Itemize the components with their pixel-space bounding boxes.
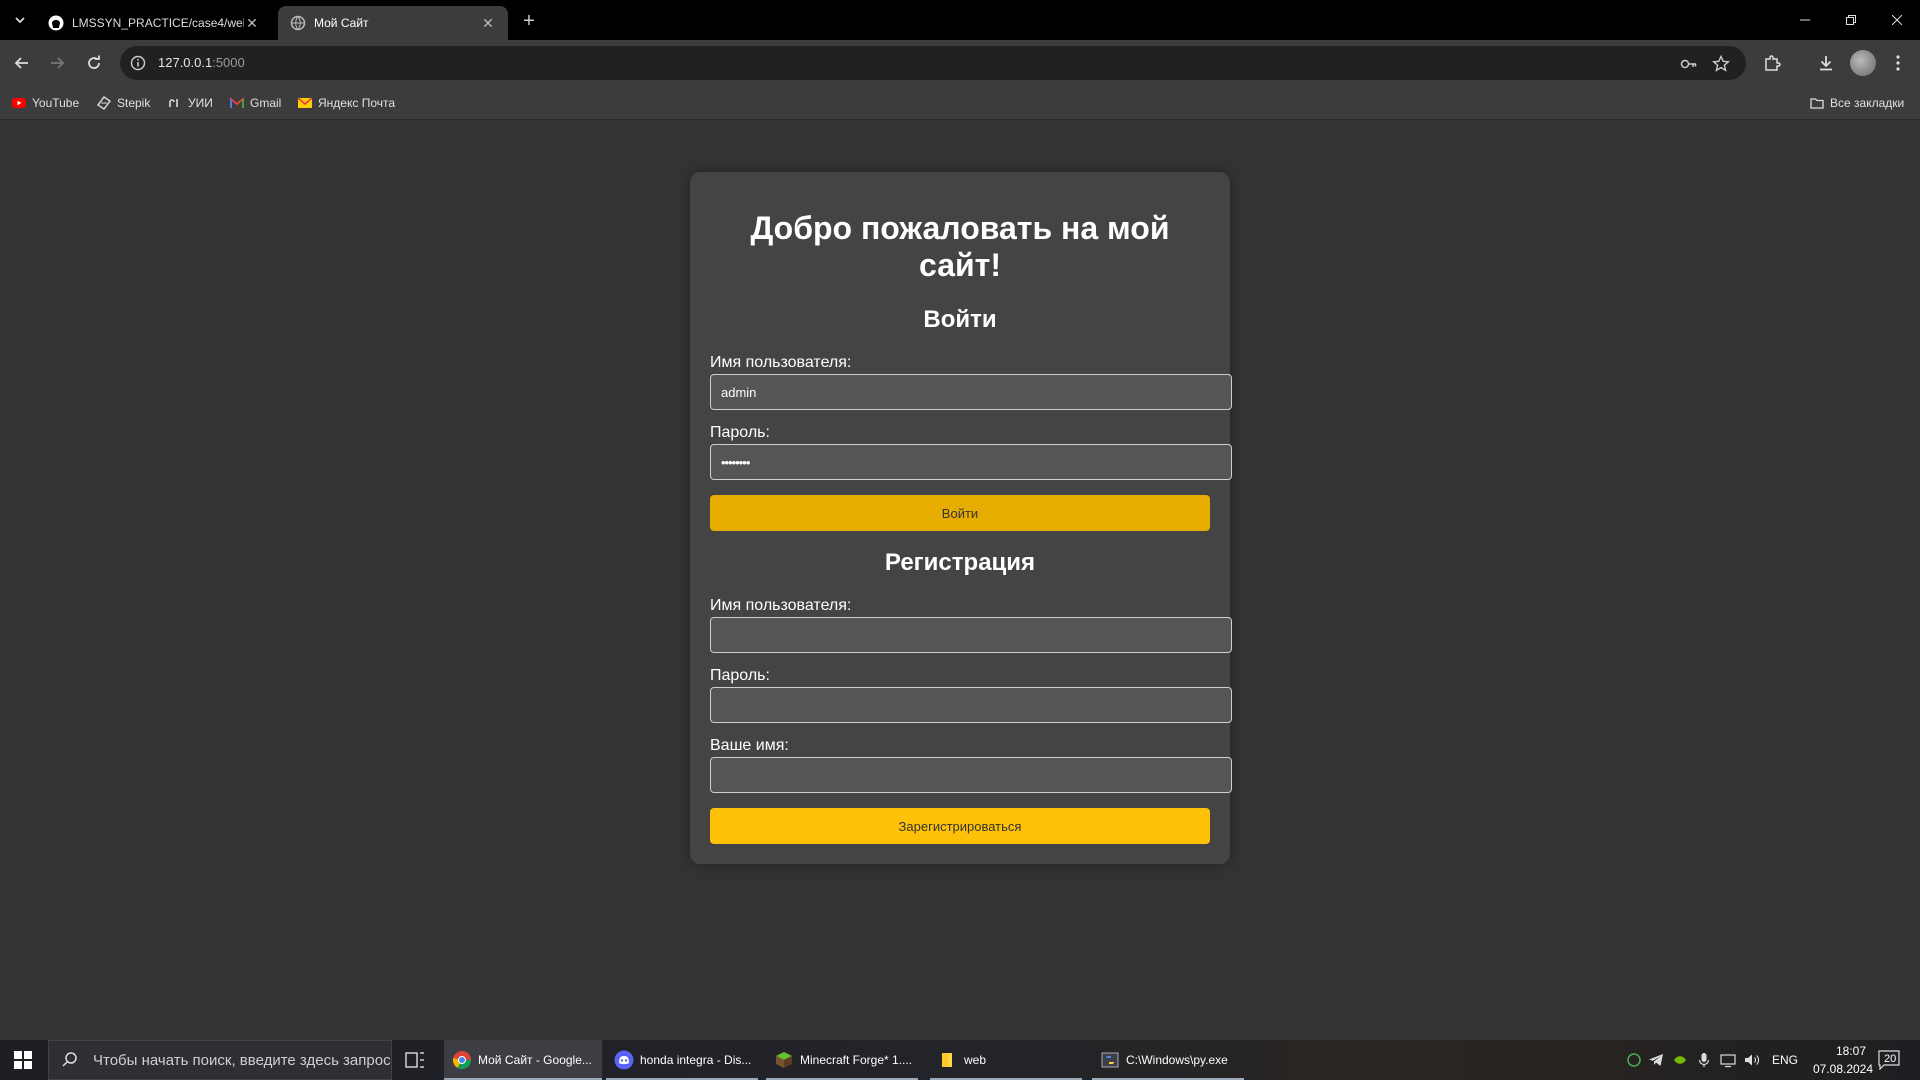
bookmark-yandex-mail[interactable]: Яндекс Почта [298, 95, 395, 111]
login-username-input[interactable]: admin [710, 374, 1232, 410]
url-text: 127.0.0.1:5000 [158, 55, 245, 70]
start-windows-icon[interactable] [0, 1040, 46, 1080]
taskbar-search-box[interactable]: Чтобы начать поиск, введите здесь запрос [48, 1040, 392, 1080]
window-close-icon[interactable] [1874, 0, 1920, 40]
login-password-input[interactable]: •••••••• [710, 444, 1232, 480]
back-arrow-icon[interactable] [10, 51, 34, 75]
bookmark-label: Яндекс Почта [318, 96, 396, 110]
new-tab-plus-icon[interactable]: + [516, 8, 542, 34]
register-name-input[interactable] [710, 757, 1232, 793]
close-icon[interactable]: ✕ [480, 15, 496, 32]
search-placeholder: Чтобы начать поиск, введите здесь запрос [93, 1051, 391, 1069]
bookmark-uii[interactable]: УИИ [168, 95, 213, 111]
folder-icon [1810, 98, 1824, 109]
taskbar-chrome[interactable]: Мой Сайт - Google... [444, 1040, 602, 1080]
notification-center[interactable]: 20 [1878, 1050, 1902, 1071]
login-button[interactable]: Войти [710, 495, 1210, 531]
site-info-icon[interactable] [130, 55, 146, 71]
register-password-label: Пароль: [710, 667, 770, 684]
gmail-icon [230, 97, 244, 108]
password-key-icon[interactable] [1680, 55, 1698, 73]
minimize-icon[interactable] [1782, 0, 1828, 40]
all-bookmarks-label: Все закладки [1830, 96, 1905, 110]
restore-icon[interactable] [1828, 0, 1874, 40]
page-title: Добро пожаловать на мой сайт! [750, 210, 1170, 283]
tab-title: LMSSYN_PRACTICE/case4/web [72, 16, 244, 30]
register-button[interactable]: Зарегистрироваться [710, 808, 1210, 844]
python-icon [1101, 1052, 1119, 1068]
discord-icon [614, 1050, 634, 1070]
task-label: web [964, 1053, 987, 1067]
task-label: Мой Сайт - Google... [478, 1053, 592, 1067]
taskbar-folder-web[interactable]: web [930, 1040, 1082, 1080]
bookmarks-bar: YouTube Stepik УИИ Gmail Яндекс Почта Вс… [0, 86, 1920, 120]
notification-count: 20 [1884, 1053, 1897, 1065]
bookmark-youtube[interactable]: YouTube [12, 95, 79, 111]
folder-icon [942, 1053, 952, 1067]
geforce-icon[interactable] [1672, 1052, 1688, 1068]
chrome-icon [452, 1051, 471, 1070]
reload-icon[interactable] [82, 51, 106, 75]
forward-arrow-icon[interactable] [45, 51, 69, 75]
volume-icon[interactable] [1744, 1052, 1760, 1068]
download-icon[interactable] [1814, 51, 1838, 75]
tab-search-chevron-icon[interactable] [8, 8, 32, 32]
url-port: :5000 [212, 55, 245, 70]
clock-date[interactable]: 07.08.2024 [1806, 1062, 1880, 1076]
close-icon[interactable]: ✕ [244, 15, 260, 32]
login-username-label: Имя пользователя: [710, 354, 852, 371]
address-bar[interactable]: 127.0.0.1:5000 [120, 46, 1746, 80]
uii-icon [169, 99, 178, 107]
windows-taskbar: Чтобы начать поиск, введите здесь запрос… [0, 1040, 1920, 1080]
bookmark-label: УИИ [188, 96, 213, 110]
tab-title: Мой Сайт [314, 16, 369, 30]
register-name-label: Ваше имя: [710, 737, 789, 754]
register-username-input[interactable] [710, 617, 1232, 653]
url-host: 127.0.0.1 [158, 55, 213, 70]
profile-avatar[interactable] [1850, 50, 1876, 76]
browser-titlebar: LMSSYN_PRACTICE/case4/web ✕ Мой Сайт ✕ + [0, 0, 1920, 40]
task-label: honda integra - Dis... [640, 1053, 752, 1067]
youtube-icon [12, 98, 26, 108]
all-bookmarks[interactable]: Все закладки [1810, 95, 1904, 111]
globe-icon [290, 15, 306, 31]
star-bookmark-icon[interactable] [1712, 55, 1730, 73]
bookmark-stepik[interactable]: Stepik [97, 95, 150, 111]
minecraft-icon [776, 1052, 792, 1068]
nvidia-tray-icon[interactable] [1626, 1052, 1642, 1068]
register-heading: Регистрация [884, 549, 1036, 576]
bookmark-label: YouTube [32, 96, 80, 110]
taskbar-minecraft[interactable]: Minecraft Forge* 1.... [766, 1040, 918, 1080]
bookmark-label: Stepik [117, 96, 151, 110]
page-viewport: Добро пожаловать на мой сайт! Войти Имя … [0, 120, 1920, 1040]
login-heading: Войти [923, 306, 997, 333]
telegram-icon[interactable] [1648, 1052, 1664, 1068]
bookmark-gmail[interactable]: Gmail [230, 95, 281, 111]
microphone-icon[interactable] [1696, 1052, 1712, 1068]
search-icon [62, 1052, 77, 1067]
taskbar-python[interactable]: C:\Windows\py.exe [1092, 1040, 1244, 1080]
clock-time[interactable]: 18:07 [1822, 1044, 1880, 1058]
network-icon[interactable] [1720, 1052, 1736, 1068]
browser-toolbar: 127.0.0.1:5000 [0, 40, 1920, 86]
tab-github[interactable]: LMSSYN_PRACTICE/case4/web ✕ [36, 6, 272, 40]
menu-kebab-icon[interactable] [1886, 51, 1910, 75]
register-username-label: Имя пользователя: [710, 597, 852, 614]
github-icon [48, 15, 64, 31]
tab-my-site[interactable]: Мой Сайт ✕ [278, 6, 508, 40]
auth-card: Добро пожаловать на мой сайт! Войти Имя … [690, 172, 1232, 864]
extensions-puzzle-icon[interactable] [1760, 51, 1784, 75]
task-label: C:\Windows\py.exe [1126, 1053, 1228, 1067]
task-view-icon[interactable] [404, 1049, 426, 1071]
bookmark-label: Gmail [250, 96, 282, 110]
yandex-mail-icon [298, 97, 312, 108]
task-label: Minecraft Forge* 1.... [800, 1053, 913, 1067]
register-password-input[interactable] [710, 687, 1232, 723]
taskbar-discord[interactable]: honda integra - Dis... [606, 1040, 758, 1080]
login-password-label: Пароль: [710, 424, 770, 441]
stepik-icon [97, 96, 111, 110]
language-indicator[interactable]: ENG [1772, 1053, 1798, 1067]
